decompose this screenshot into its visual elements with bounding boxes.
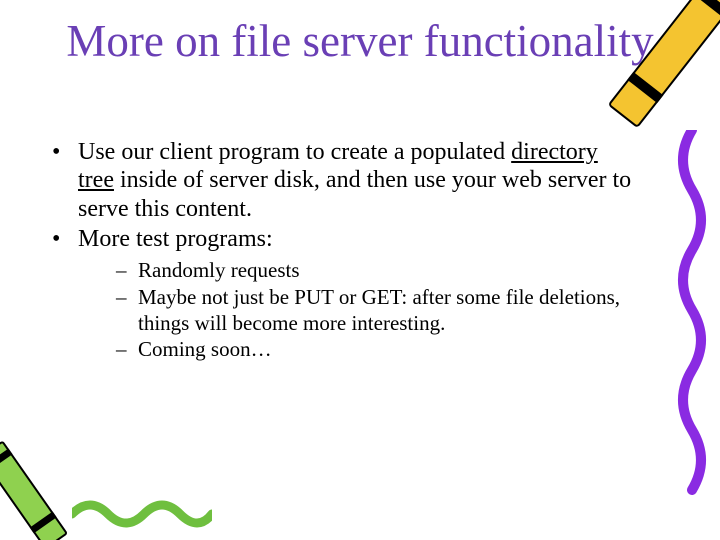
squiggle-green-icon: [72, 494, 212, 534]
slide: More on file server functionality Use ou…: [0, 0, 720, 540]
sub-bullet-item: Coming soon…: [78, 336, 634, 362]
slide-title: More on file server functionality: [0, 18, 720, 65]
bullet-item: More test programs: Randomly requests Ma…: [44, 225, 634, 362]
bullet-text: inside of server disk, and then use your…: [78, 167, 631, 221]
sub-bullet-text: Coming soon…: [138, 337, 272, 361]
crayon-green-icon: [0, 440, 68, 540]
squiggle-purple-icon: [672, 130, 714, 510]
bullet-item: Use our client program to create a popul…: [44, 138, 634, 223]
slide-body: Use our client program to create a popul…: [44, 138, 634, 364]
sub-bullet-item: Randomly requests: [78, 257, 634, 283]
bullet-text: More test programs:: [78, 226, 273, 252]
sub-bullet-text: Randomly requests: [138, 258, 300, 282]
bullet-text: Use our client program to create a popul…: [78, 139, 511, 165]
sub-bullet-item: Maybe not just be PUT or GET: after some…: [78, 284, 634, 337]
sub-bullet-text: Maybe not just be PUT or GET: after some…: [138, 285, 620, 335]
